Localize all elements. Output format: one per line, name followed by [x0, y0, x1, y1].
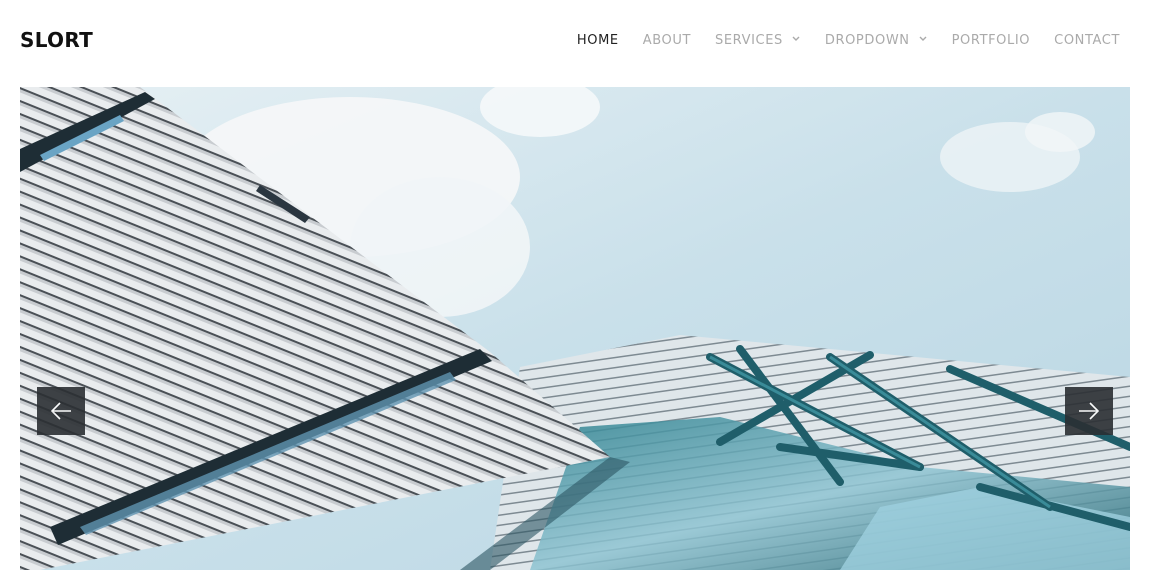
hero-slider [20, 87, 1130, 570]
nav-item-label: DROPDOWN [824, 33, 910, 48]
nav-item-portfolio[interactable]: PORTFOLIO [952, 33, 1031, 49]
nav-item-label: CONTACT [1054, 33, 1120, 48]
nav-item-label: HOME [576, 33, 619, 48]
nav-item-label: SERVICES [715, 33, 783, 48]
nav-item-label: ABOUT [642, 33, 691, 48]
nav-item-home[interactable]: HOME [577, 33, 619, 49]
main-nav: HOME ABOUT SERVICES DROPDOWN PORTFOLIO C… [553, 33, 1120, 49]
nav-item-services[interactable]: SERVICES [715, 33, 801, 49]
nav-item-about[interactable]: ABOUT [643, 33, 691, 49]
arrow-right-icon [1079, 402, 1100, 420]
nav-item-label: PORTFOLIO [951, 33, 1031, 48]
hero-image [20, 87, 1130, 570]
arrow-left-icon [50, 402, 71, 420]
slider-prev-button[interactable] [37, 387, 85, 435]
site-header: SLORT HOME ABOUT SERVICES DROPDOWN PORTF… [0, 0, 1159, 87]
nav-item-contact[interactable]: CONTACT [1054, 33, 1120, 49]
slider-next-button[interactable] [1065, 387, 1113, 435]
chevron-down-icon [792, 36, 800, 41]
chevron-down-icon [919, 36, 927, 41]
nav-item-dropdown[interactable]: DROPDOWN [825, 33, 928, 49]
site-logo[interactable]: SLORT [20, 27, 93, 53]
